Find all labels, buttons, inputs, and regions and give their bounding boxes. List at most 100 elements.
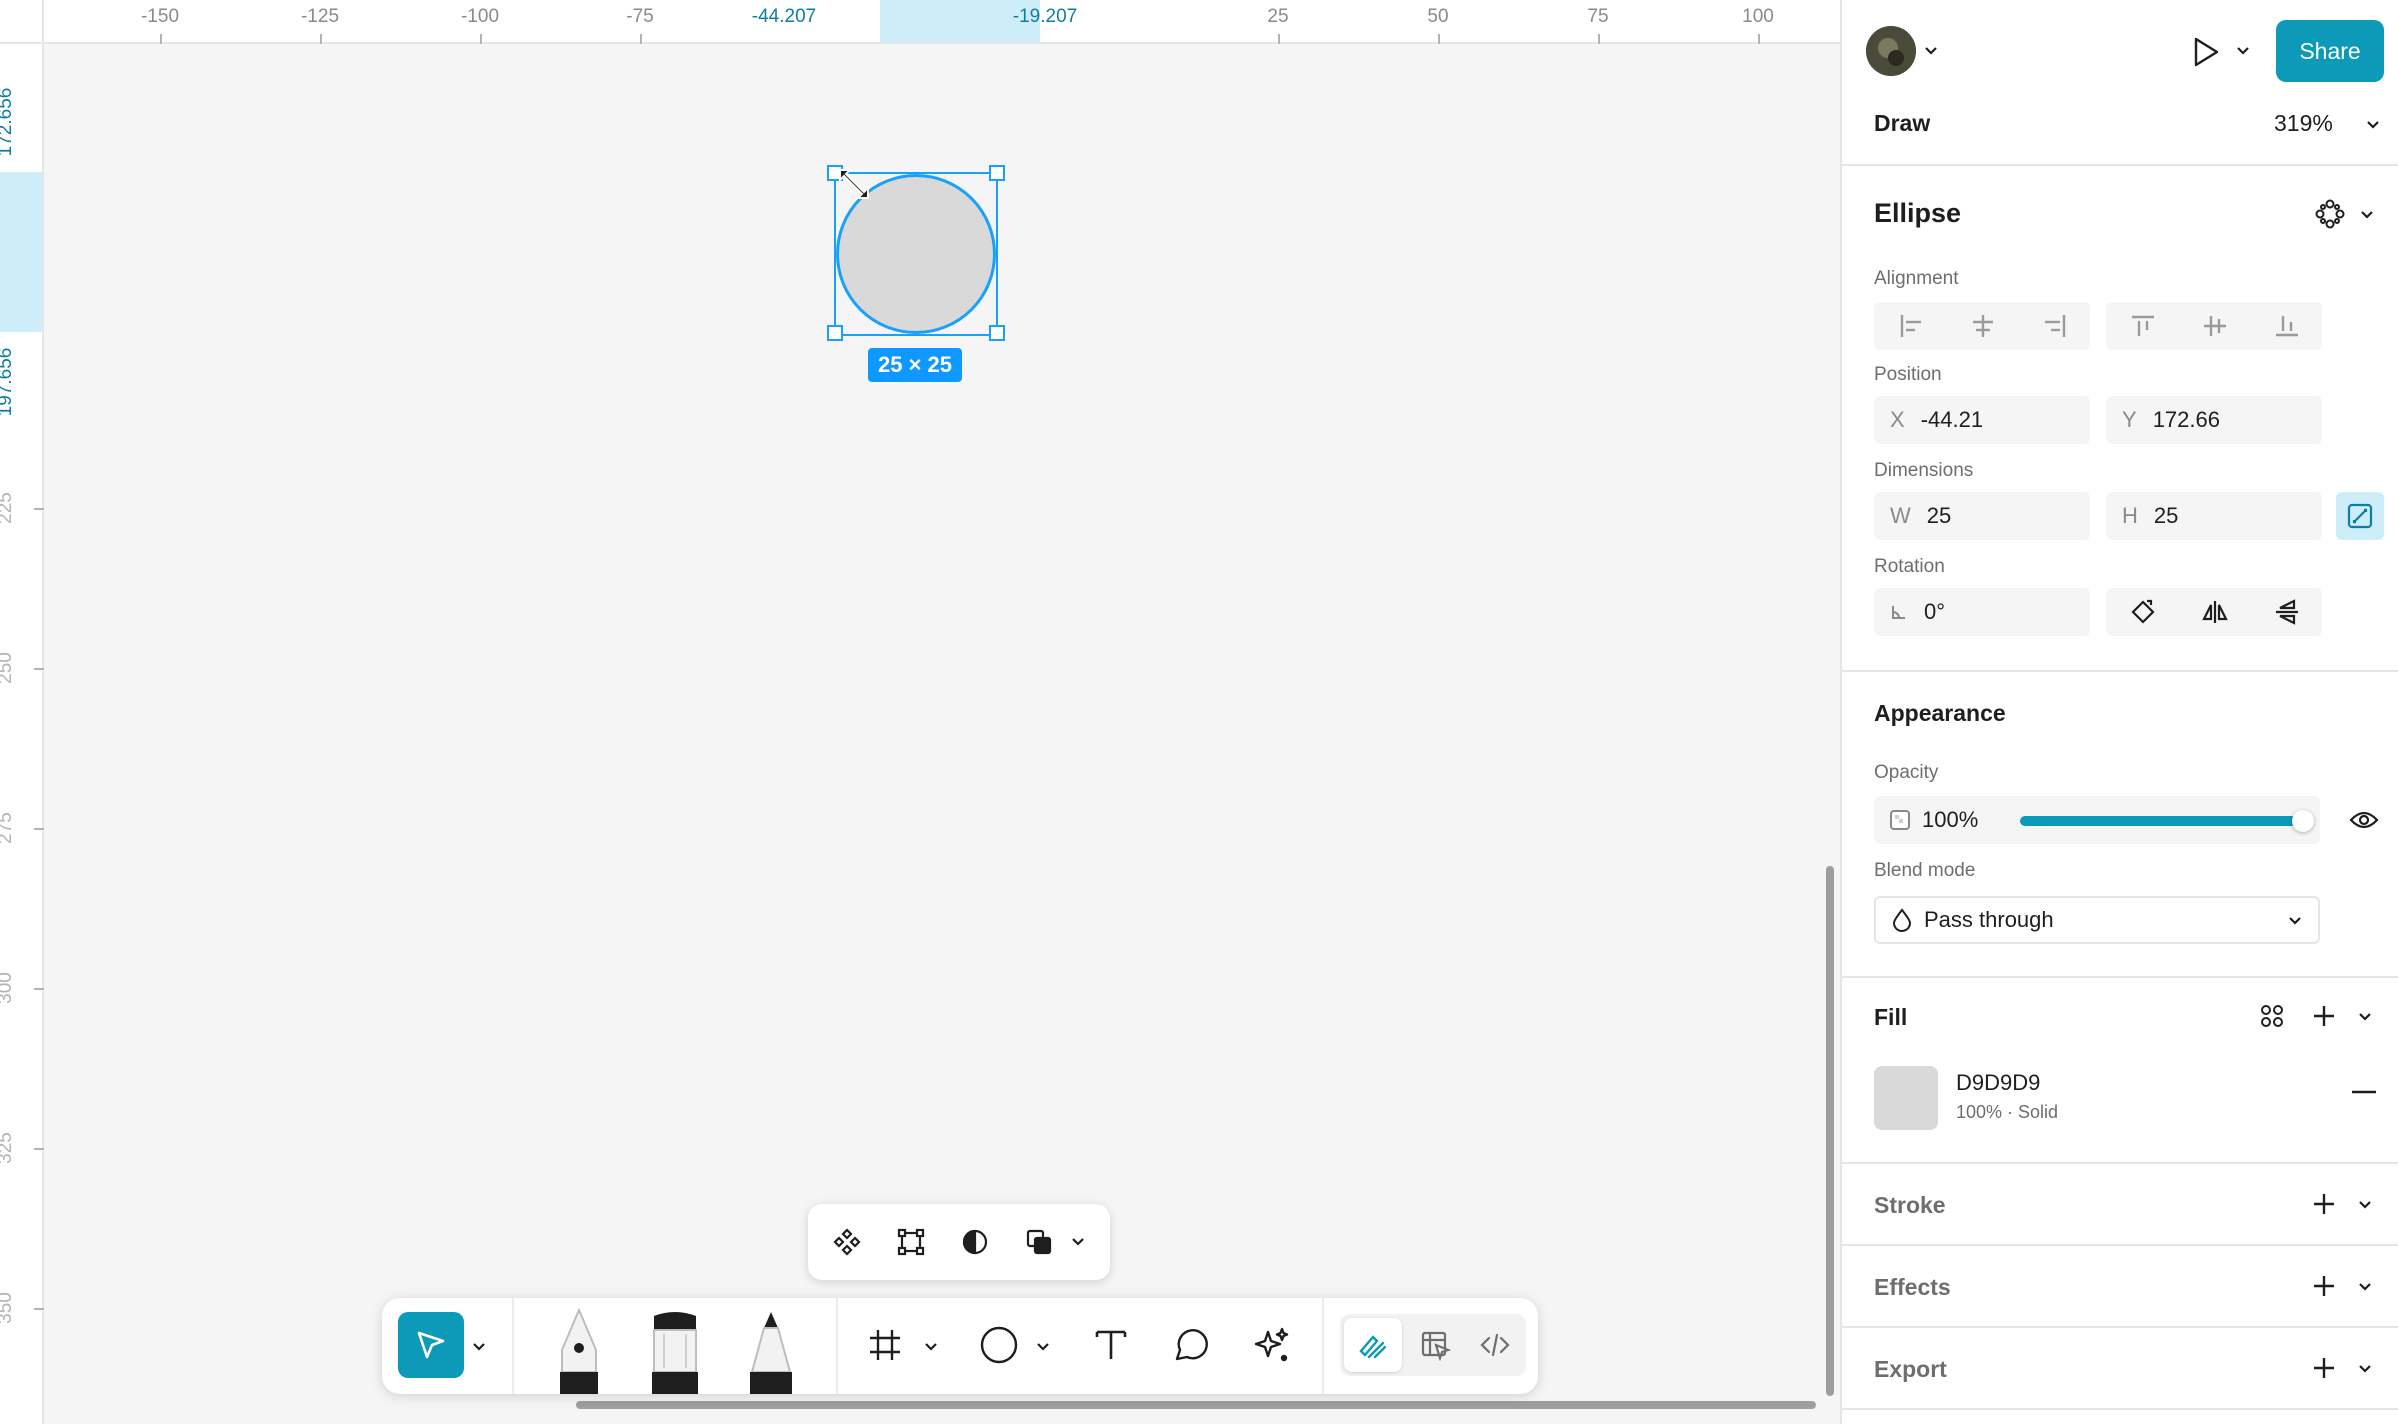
flip-vertical-icon[interactable] <box>2256 592 2318 632</box>
align-right-icon[interactable] <box>2024 306 2086 346</box>
marker-icon[interactable] <box>644 1308 706 1394</box>
ruler-horizontal: -150 -125 -100 -75 -44.207 -19.207 25 50… <box>44 0 1840 44</box>
blend-mode-value: Pass through <box>1924 907 2054 932</box>
chevron-down-icon[interactable] <box>2356 1360 2374 1378</box>
rotation-field[interactable]: 0° <box>1874 588 2090 636</box>
y-position-field[interactable]: Y 172.66 <box>2106 396 2322 444</box>
move-tool-icon[interactable] <box>398 1312 464 1378</box>
y-value[interactable]: 172.66 <box>2153 407 2220 433</box>
w-prefix: W <box>1890 503 1911 528</box>
fill-hex[interactable]: D9D9D9 <box>1956 1070 2040 1096</box>
w-value[interactable]: 25 <box>1927 503 1951 529</box>
dimensions-label: Dimensions <box>1874 460 1974 481</box>
resize-handle-bottom-right[interactable] <box>989 325 1005 341</box>
resize-handle-bottom-left[interactable] <box>827 325 843 341</box>
align-center-horizontal-icon[interactable] <box>1952 306 2014 346</box>
chevron-down-icon[interactable] <box>1068 1221 1088 1263</box>
align-middle-icon[interactable] <box>2184 306 2246 346</box>
design-mode-icon[interactable] <box>1406 1318 1464 1372</box>
align-top-icon[interactable] <box>2112 306 2174 346</box>
bottom-toolbar <box>382 1298 1538 1394</box>
canvas[interactable]: -150 -125 -100 -75 -44.207 -19.207 25 50… <box>0 0 1840 1424</box>
text-icon[interactable] <box>1086 1320 1136 1370</box>
frame-icon[interactable] <box>860 1320 910 1370</box>
stroke-title: Stroke <box>1874 1192 1946 1218</box>
pen-icon[interactable] <box>548 1306 610 1394</box>
context-toolbar <box>808 1204 1110 1280</box>
x-prefix: X <box>1890 407 1905 432</box>
effects-title: Effects <box>1874 1274 1951 1300</box>
vertical-scrollbar[interactable] <box>1826 866 1834 1396</box>
opacity-value[interactable]: 100% <box>1922 807 1978 833</box>
ai-actions-icon[interactable] <box>1246 1320 1296 1370</box>
component-set-icon[interactable] <box>2312 196 2348 232</box>
boolean-icon[interactable] <box>1018 1221 1060 1263</box>
effects-section: Effects <box>1842 1246 2398 1328</box>
h-value[interactable]: 25 <box>2154 503 2178 529</box>
add-export-icon[interactable] <box>2306 1350 2342 1386</box>
resize-cursor-icon <box>836 166 872 202</box>
align-left-icon[interactable] <box>1880 306 1942 346</box>
angle-icon <box>1890 603 1908 621</box>
chevron-down-icon[interactable] <box>2356 1196 2374 1214</box>
chevron-down-icon[interactable] <box>468 1336 490 1358</box>
chevron-down-icon[interactable] <box>1032 1336 1054 1358</box>
remove-fill-icon[interactable] <box>2346 1074 2382 1110</box>
y-prefix: Y <box>2122 407 2137 432</box>
fill-title: Fill <box>1874 1004 1908 1030</box>
flip-horizontal-icon[interactable] <box>2184 592 2246 632</box>
ruler-selection-highlight <box>0 172 42 332</box>
constrain-proportions-icon[interactable] <box>2336 492 2384 540</box>
header-section <box>1842 0 2398 166</box>
alignment-label: Alignment <box>1874 268 1959 289</box>
add-fill-icon[interactable] <box>2306 998 2342 1034</box>
blend-mode-select[interactable]: Pass through <box>1874 896 2320 944</box>
size-badge: 25 × 25 <box>868 348 963 382</box>
styles-grid-icon[interactable] <box>2254 998 2290 1034</box>
export-title: Export <box>1874 1356 1947 1382</box>
resize-handle-top-right[interactable] <box>989 165 1005 181</box>
x-position-field[interactable]: X -44.21 <box>1874 396 2090 444</box>
comment-icon[interactable] <box>1166 1320 1216 1370</box>
opacity-icon <box>1890 810 1910 830</box>
chevron-down-icon <box>2288 916 2302 926</box>
horizontal-scrollbar[interactable] <box>576 1401 1816 1409</box>
add-stroke-icon[interactable] <box>2306 1186 2342 1222</box>
rotation-label: Rotation <box>1874 556 1945 577</box>
component-icon[interactable] <box>826 1221 868 1263</box>
properties-panel: Share Draw 319% Ellipse Alignment Positi… <box>1840 0 2398 1424</box>
position-label: Position <box>1874 364 1942 385</box>
ellipse-icon[interactable] <box>972 1320 1026 1370</box>
pencil-icon[interactable] <box>740 1306 802 1394</box>
chevron-down-icon[interactable] <box>2358 206 2376 224</box>
dev-mode-icon[interactable] <box>1466 1318 1524 1372</box>
appearance-title: Appearance <box>1874 700 2006 726</box>
appearance-section: Appearance Opacity 100% Blend mode Pass … <box>1842 672 2398 978</box>
height-field[interactable]: H 25 <box>2106 492 2322 540</box>
rotate-90-icon[interactable] <box>2112 592 2174 632</box>
chevron-down-icon[interactable] <box>2356 1278 2374 1296</box>
export-section: Export <box>1842 1328 2398 1410</box>
chevron-down-icon[interactable] <box>2356 1008 2374 1026</box>
rotation-value[interactable]: 0° <box>1924 599 1945 625</box>
opacity-slider-thumb[interactable] <box>2292 810 2314 832</box>
x-value[interactable]: -44.21 <box>1921 407 1983 433</box>
transform-icon[interactable] <box>890 1221 932 1263</box>
chevron-down-icon[interactable] <box>920 1336 942 1358</box>
fill-color-swatch[interactable] <box>1874 1066 1938 1130</box>
opacity-slider[interactable] <box>2020 810 2314 832</box>
eye-icon[interactable] <box>2344 800 2384 840</box>
draw-mode-icon[interactable] <box>1344 1318 1402 1372</box>
align-bottom-icon[interactable] <box>2256 306 2318 346</box>
h-prefix: H <box>2122 503 2138 528</box>
opacity-label: Opacity <box>1874 762 1939 783</box>
opacity-slider-fill <box>2020 816 2310 826</box>
toolbar-divider <box>1322 1298 1324 1394</box>
mask-icon[interactable] <box>954 1221 996 1263</box>
width-field[interactable]: W 25 <box>1874 492 2090 540</box>
add-effect-icon[interactable] <box>2306 1268 2342 1304</box>
toolbar-divider <box>512 1298 514 1394</box>
ruler-vertical: 172.656 197.656 225 250 275 300 325 350 <box>0 0 44 1424</box>
stroke-section: Stroke <box>1842 1164 2398 1246</box>
toolbar-divider <box>836 1298 838 1394</box>
